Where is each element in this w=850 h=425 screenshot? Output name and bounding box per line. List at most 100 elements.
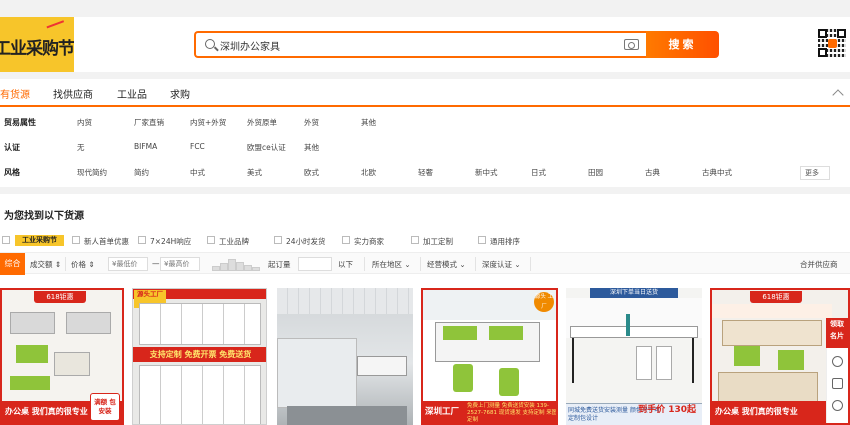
tab-suppliers[interactable]: 找供应商: [53, 86, 93, 101]
product-card[interactable]: 深圳下单当日送货 同城免费送货安装测量 颜色尺寸可定制包设计 到手价 130起: [566, 288, 702, 425]
moq-unit: 以下: [338, 260, 353, 269]
filter-option[interactable]: 北欧: [361, 167, 376, 178]
service-option[interactable]: 通用排序: [490, 236, 520, 247]
tab-purchase-request[interactable]: 求购: [170, 86, 190, 101]
product-card[interactable]: 618钜惠 办公桌 我们真的很专业 领取 名片: [710, 288, 850, 425]
filter-option[interactable]: 古典: [645, 167, 660, 178]
product-image-part: [570, 326, 698, 338]
product-image-part: [778, 350, 804, 370]
product-image-part: [139, 303, 261, 345]
product-image-part: [692, 338, 694, 383]
service-option[interactable]: 24小时发货: [286, 236, 326, 247]
filter-option[interactable]: 其他: [361, 117, 376, 128]
header: 工业采购节 搜索: [0, 17, 850, 72]
region-dropdown[interactable]: 所在地区 ⌄: [372, 259, 411, 270]
product-image-part: [656, 346, 672, 380]
service-option[interactable]: 加工定制: [423, 236, 453, 247]
qr-code-icon[interactable]: [818, 29, 846, 57]
product-image-part: [453, 364, 473, 392]
message-icon[interactable]: [832, 378, 843, 389]
filter-option[interactable]: 无: [77, 142, 85, 153]
dropdown-label: 所在地区: [372, 260, 402, 269]
filter-option[interactable]: 轻奢: [418, 167, 433, 178]
filter-option[interactable]: BIFMA: [134, 142, 157, 151]
filter-row-style: 风格 现代简约 简约 中式 美式 欧式 北欧 轻奢 新中式 日式 田园 古典 古…: [0, 161, 850, 185]
filter-option[interactable]: 欧式: [304, 167, 319, 178]
checkbox[interactable]: [411, 236, 419, 244]
product-image-part: [636, 346, 652, 380]
tab-goods[interactable]: 有货源: [0, 86, 30, 101]
product-card[interactable]: 源头工厂 支持定制 免费开票 免费送货: [132, 288, 267, 425]
promo-logo[interactable]: 工业采购节: [0, 17, 74, 72]
more-styles-button[interactable]: 更多: [800, 166, 830, 180]
feedback-icon[interactable]: [832, 400, 843, 411]
checkbox[interactable]: [342, 236, 350, 244]
checkbox[interactable]: [274, 236, 282, 244]
filter-option[interactable]: 内贸: [77, 117, 92, 128]
filter-option[interactable]: 外贸: [304, 117, 319, 128]
min-price-input[interactable]: [108, 257, 148, 271]
product-card[interactable]: [277, 288, 413, 425]
moq-input[interactable]: [298, 257, 332, 271]
checkbox[interactable]: [72, 236, 80, 244]
filter-option[interactable]: 欧盟ce认证: [247, 142, 286, 153]
merge-suppliers-toggle[interactable]: 合并供应商: [800, 259, 838, 270]
sort-overall[interactable]: 综合: [0, 253, 25, 275]
service-option[interactable]: 7×24H响应: [150, 236, 191, 247]
product-image-part: [734, 346, 760, 366]
product-image-part: [16, 345, 48, 363]
search-button[interactable]: 搜索: [646, 31, 719, 58]
service-filter-row: 工业采购节 新人首单优惠 7×24H响应 工业品牌 24小时发货 实力商家 加工…: [0, 232, 850, 250]
sort-turnover[interactable]: 成交额 ⇕: [30, 259, 61, 270]
filter-panel: 有货源 找供应商 工业品 求购 贸易属性 内贸 厂家直销 内贸+外贸 外贸原单 …: [0, 79, 850, 187]
checkbox[interactable]: [2, 236, 10, 244]
filter-option[interactable]: FCC: [190, 142, 205, 151]
service-option[interactable]: 工业品牌: [219, 236, 249, 247]
filter-label: 认证: [4, 143, 20, 152]
divider: [475, 257, 476, 271]
product-card[interactable]: 源头 工厂 深圳工厂 免费上门测量 免费送货安装 139-2527-7681 现…: [421, 288, 558, 425]
sort-price[interactable]: 价格 ⇕: [71, 259, 95, 270]
business-mode-dropdown[interactable]: 经营模式 ⌄: [427, 259, 466, 270]
product-image-part: [712, 304, 832, 318]
tab-industrial[interactable]: 工业品: [117, 86, 147, 101]
checkbox[interactable]: [138, 236, 146, 244]
filter-option[interactable]: 美式: [247, 167, 262, 178]
product-card[interactable]: 618钜惠 办公桌 我们真的很专业 满额 包安装: [0, 288, 124, 425]
filter-option[interactable]: 中式: [190, 167, 205, 178]
max-price-input[interactable]: [160, 257, 200, 271]
product-image-part: [287, 406, 407, 425]
service-option[interactable]: 新人首单优惠: [84, 236, 129, 247]
filter-option[interactable]: 田园: [588, 167, 603, 178]
headset-icon[interactable]: [832, 356, 843, 367]
product-image-part: [10, 376, 50, 390]
filter-row-trade: 贸易属性 内贸 厂家直销 内贸+外贸 外贸原单 外贸 其他: [0, 111, 850, 135]
checkbox[interactable]: [478, 236, 486, 244]
filter-option[interactable]: 其他: [304, 142, 319, 153]
product-headline: 深圳下单当日送货: [590, 288, 678, 298]
search-input[interactable]: [220, 36, 600, 54]
product-image-part: [718, 372, 818, 402]
filter-option[interactable]: 外贸原单: [247, 117, 277, 128]
install-badge: 满额 包安装: [90, 393, 120, 421]
product-footer: 办公桌 我们真的很专业: [712, 401, 830, 423]
camera-icon[interactable]: [624, 39, 639, 50]
product-image-part: [443, 326, 477, 340]
product-image-part: [357, 356, 407, 376]
search-box: [194, 31, 646, 58]
filter-option[interactable]: 内贸+外贸: [190, 117, 226, 128]
filter-option[interactable]: 古典中式: [702, 167, 732, 178]
filter-option[interactable]: 日式: [531, 167, 546, 178]
get-card-button[interactable]: 领取 名片: [826, 318, 848, 348]
service-option[interactable]: 实力商家: [354, 236, 384, 247]
filter-option[interactable]: 厂家直销: [134, 117, 164, 128]
price-distribution-chart[interactable]: [212, 257, 260, 271]
promo-tag[interactable]: 工业采购节: [15, 235, 64, 246]
logo-text: 工业采购节: [0, 39, 74, 59]
filter-option[interactable]: 简约: [134, 167, 149, 178]
filter-option[interactable]: 新中式: [475, 167, 498, 178]
checkbox[interactable]: [207, 236, 215, 244]
filter-option[interactable]: 现代简约: [77, 167, 107, 178]
depth-cert-dropdown[interactable]: 深度认证 ⌄: [482, 259, 521, 270]
chevron-up-icon[interactable]: [832, 89, 844, 101]
